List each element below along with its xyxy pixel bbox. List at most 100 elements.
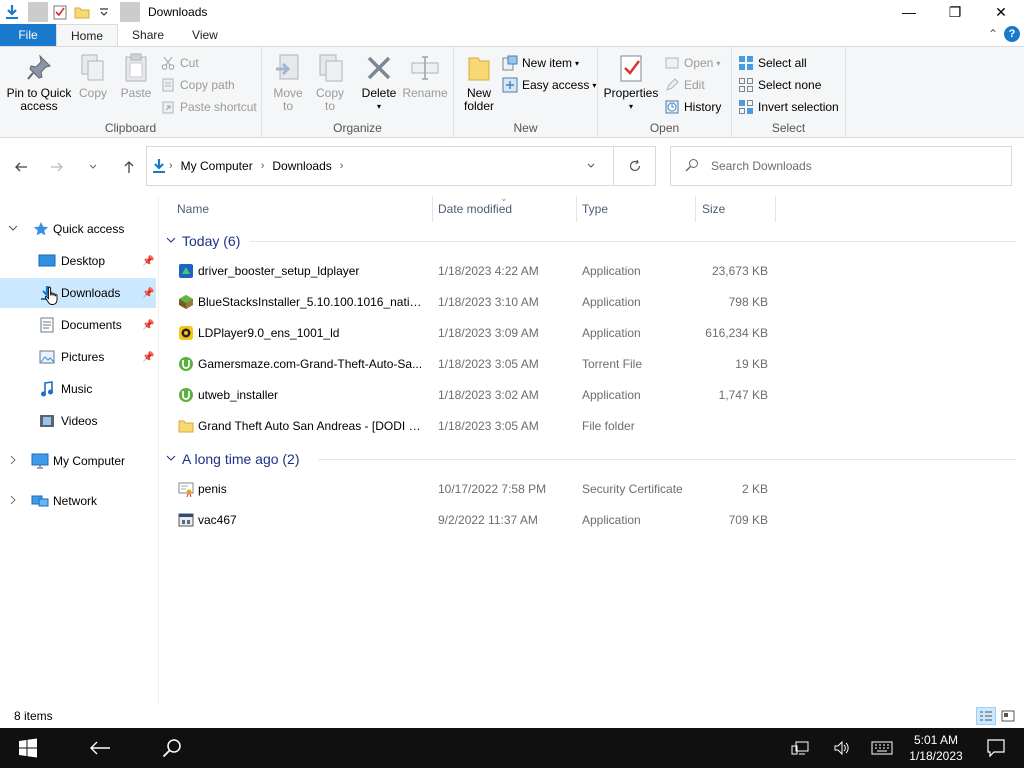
properties-check-icon[interactable] [50, 2, 70, 22]
new-folder-button[interactable]: New folder [460, 51, 498, 113]
new-item-button[interactable]: New item ▾ [502, 53, 579, 73]
clipboard-group: Pin to Quick access Copy Paste Cut Copy … [0, 47, 262, 137]
forward-button[interactable] [46, 156, 68, 178]
network-tray-button[interactable] [780, 728, 820, 768]
back-arrow-icon [15, 162, 27, 172]
column-type[interactable]: Type [582, 202, 608, 216]
breadcrumb-my-computer[interactable]: My Computer [181, 159, 253, 173]
pin-icon[interactable]: 📌 [142, 320, 154, 331]
maximize-button[interactable]: ❐ [932, 0, 978, 24]
column-separator[interactable] [432, 196, 433, 222]
rename-button[interactable]: Rename [402, 51, 448, 100]
nav-network[interactable]: Network [0, 486, 156, 516]
nav-music[interactable]: Music [0, 374, 156, 404]
minimize-button[interactable]: — [886, 0, 932, 24]
nav-downloads[interactable]: Downloads 📌 [0, 278, 156, 308]
breadcrumb-chevron-icon[interactable]: › [340, 160, 344, 172]
chevron-down-icon: ▾ [376, 102, 381, 111]
select-all-button[interactable]: Select all [738, 53, 807, 73]
help-icon[interactable]: ? [1004, 26, 1020, 42]
nav-my-computer[interactable]: My Computer [0, 446, 156, 476]
large-icons-view-button[interactable] [998, 707, 1018, 725]
address-history-dropdown[interactable] [579, 147, 603, 185]
search-box[interactable]: Search Downloads [670, 146, 1012, 186]
select-none-button[interactable]: Select none [738, 75, 821, 95]
file-row[interactable]: Gamersmaze.com-Grand-Theft-Auto-Sa... 1/… [160, 349, 780, 380]
group-header-long-time-ago[interactable]: A long time ago (2) [160, 448, 300, 470]
file-row[interactable]: penis 10/17/2022 7:58 PM Security Certif… [160, 474, 780, 505]
paste-button[interactable]: Paste [118, 51, 154, 100]
downloads-arrow-icon[interactable] [2, 2, 22, 22]
tab-share[interactable]: Share [118, 24, 178, 46]
nav-videos[interactable]: Videos [0, 406, 156, 436]
new-folder-icon[interactable] [72, 2, 92, 22]
copy-path-button[interactable]: Copy path [160, 75, 235, 95]
column-separator[interactable] [775, 196, 776, 222]
chevron-right-icon[interactable] [8, 455, 20, 468]
volume-tray-button[interactable] [822, 728, 862, 768]
pane-divider[interactable] [158, 196, 159, 704]
column-separator[interactable] [576, 196, 577, 222]
nav-pictures[interactable]: Pictures 📌 [0, 342, 156, 372]
open-button[interactable]: Open ▾ [664, 53, 720, 73]
delete-button[interactable]: Delete ▾ [358, 51, 400, 113]
invert-selection-button[interactable]: Invert selection [738, 97, 839, 117]
details-view-button[interactable] [976, 707, 996, 725]
collapse-ribbon-icon[interactable]: ⌃ [988, 27, 998, 41]
column-name[interactable]: Name [177, 202, 209, 216]
item-count: 8 items [14, 709, 53, 723]
chevron-right-icon[interactable] [8, 495, 20, 508]
group-header-today[interactable]: Today (6) [160, 230, 240, 252]
breadcrumb-downloads[interactable]: Downloads [272, 159, 331, 173]
group-divider [250, 241, 1016, 242]
nav-documents[interactable]: Documents 📌 [0, 310, 156, 340]
pin-icon[interactable]: 📌 [142, 352, 154, 363]
new-item-icon [502, 55, 518, 71]
pin-icon[interactable]: 📌 [142, 256, 154, 267]
back-button[interactable] [10, 156, 32, 178]
close-button[interactable]: ✕ [978, 0, 1024, 24]
address-bar[interactable]: › My Computer › Downloads › [146, 146, 656, 186]
search-taskbar-button[interactable] [148, 728, 196, 768]
properties-button[interactable]: Properties ▾ [604, 51, 658, 113]
file-row[interactable]: LDPlayer9.0_ens_1001_ld 1/18/2023 3:09 A… [160, 318, 780, 349]
history-button[interactable]: History [664, 97, 721, 117]
file-row[interactable]: driver_booster_setup_ldplayer 1/18/2023 … [160, 256, 780, 287]
copy-button[interactable]: Copy [76, 51, 110, 100]
file-row[interactable]: utweb_installer 1/18/2023 3:02 AM Applic… [160, 380, 780, 411]
tab-view[interactable]: View [178, 24, 232, 46]
column-separator[interactable] [695, 196, 696, 222]
column-size[interactable]: Size [702, 202, 725, 216]
cut-button[interactable]: Cut [160, 53, 199, 73]
column-date-modified[interactable]: Date modified [438, 202, 512, 216]
delete-x-icon [363, 51, 395, 85]
action-center-button[interactable] [972, 728, 1020, 768]
chevron-down-icon: ▾ [575, 58, 580, 68]
file-row[interactable]: Grand Theft Auto San Andreas - [DODI R..… [160, 411, 780, 442]
pin-to-quick-access-button[interactable]: Pin to Quick access [6, 51, 72, 113]
breadcrumb-chevron-icon[interactable]: › [169, 160, 173, 172]
nav-quick-access[interactable]: Quick access [0, 214, 156, 244]
file-row[interactable]: BlueStacksInstaller_5.10.100.1016_native… [160, 287, 780, 318]
move-to-button[interactable]: Move to [270, 51, 306, 113]
nav-desktop[interactable]: Desktop 📌 [0, 246, 156, 276]
clock[interactable]: 5:01 AM 1/18/2023 [900, 732, 972, 764]
start-button[interactable] [4, 728, 52, 768]
back-taskbar-button[interactable] [76, 728, 124, 768]
file-row[interactable]: vac467 9/2/2022 11:37 AM Application 709… [160, 505, 780, 536]
chevron-down-icon[interactable] [8, 223, 20, 236]
pin-icon[interactable]: 📌 [142, 288, 154, 299]
breadcrumb-chevron-icon[interactable]: › [261, 160, 265, 172]
paste-shortcut-button[interactable]: Paste shortcut [160, 97, 257, 117]
copy-to-button[interactable]: Copy to [312, 51, 348, 113]
up-button[interactable] [118, 156, 140, 178]
recent-locations-button[interactable] [82, 156, 104, 178]
refresh-button[interactable] [613, 147, 655, 185]
tab-file[interactable]: File [0, 24, 56, 46]
tab-home[interactable]: Home [56, 24, 119, 46]
easy-access-button[interactable]: Easy access ▾ [502, 75, 596, 95]
edit-button[interactable]: Edit [664, 75, 705, 95]
keyboard-tray-button[interactable] [862, 728, 902, 768]
copy-path-icon [160, 77, 176, 93]
customize-dropdown-icon[interactable] [94, 2, 114, 22]
